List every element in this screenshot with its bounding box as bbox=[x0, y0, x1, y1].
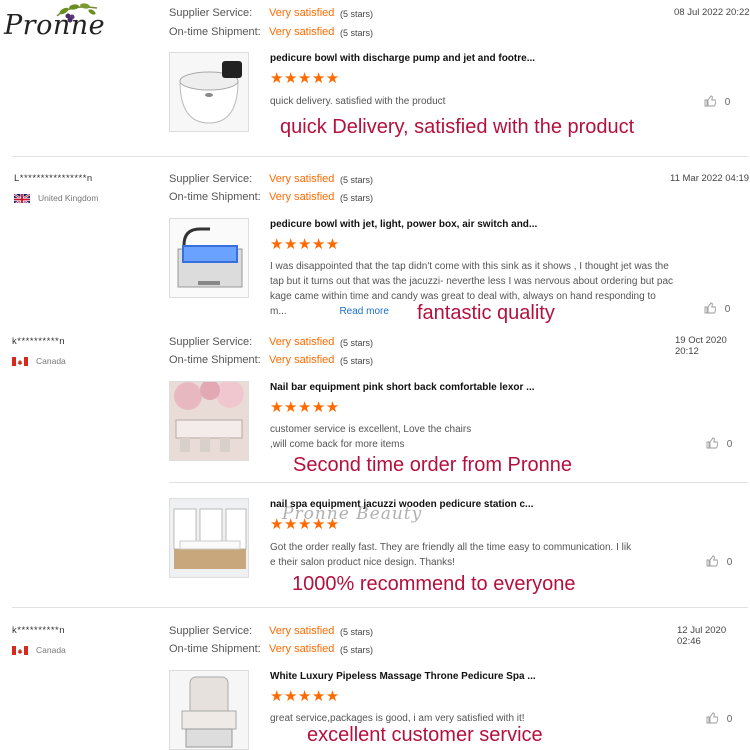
like-button[interactable]: 0 bbox=[706, 437, 732, 450]
supplier-service-label: Supplier Service: bbox=[169, 336, 253, 348]
rating-stars: ★★★★★ bbox=[270, 399, 340, 416]
canada-flag-icon bbox=[12, 355, 28, 366]
reviewer-country: United Kingdom bbox=[38, 193, 99, 203]
rating-stars: ★★★★★ bbox=[270, 236, 340, 253]
brand-logo: Pronne bbox=[2, 2, 106, 42]
reviewer-name: L****************n bbox=[14, 173, 93, 184]
product-title-link[interactable]: White Luxury Pipeless Massage Throne Ped… bbox=[270, 671, 536, 682]
supplier-service-value: Very satisfied bbox=[269, 625, 335, 637]
spa-station-image bbox=[170, 499, 248, 577]
ontime-shipment-stars: (5 stars) bbox=[340, 193, 374, 203]
nail-bar-image bbox=[170, 382, 248, 460]
product-thumbnail[interactable] bbox=[169, 218, 249, 298]
rating-stars: ★★★★★ bbox=[270, 688, 340, 705]
thumbs-up-icon bbox=[706, 437, 719, 449]
product-title-link[interactable]: pedicure bowl with discharge pump and je… bbox=[270, 53, 535, 64]
reviewer-name: k**********n bbox=[12, 336, 66, 347]
review-date: 11 Mar 2022 04:19 bbox=[670, 173, 750, 184]
ontime-shipment-label: On-time Shipment: bbox=[169, 643, 261, 655]
supplier-service-label: Supplier Service: bbox=[169, 7, 253, 19]
supplier-service-value: Very satisfied bbox=[269, 7, 335, 19]
ontime-shipment-value: Very satisfied bbox=[269, 26, 335, 38]
reviewer-country: Canada bbox=[36, 645, 66, 655]
ontime-shipment-value: Very satisfied bbox=[269, 643, 335, 655]
canada-flag-icon bbox=[12, 644, 28, 655]
product-title-link[interactable]: Nail bar equipment pink short back comfo… bbox=[270, 382, 535, 393]
thumbs-up-icon bbox=[706, 555, 719, 567]
logo-text: Pronne bbox=[4, 10, 106, 41]
supplier-service-stars: (5 stars) bbox=[340, 9, 374, 19]
supplier-service-stars: (5 stars) bbox=[340, 175, 374, 185]
review-comment-line: I was disappointed that the tap didn't c… bbox=[270, 261, 669, 272]
reviewer-name: k**********n bbox=[12, 625, 66, 636]
rating-stars: ★★★★★ bbox=[270, 70, 340, 87]
pedicure-bowl-image bbox=[170, 53, 248, 131]
ontime-shipment-stars: (5 stars) bbox=[340, 645, 374, 655]
supplier-service-value: Very satisfied bbox=[269, 173, 335, 185]
like-count: 0 bbox=[724, 304, 731, 315]
review-comment: customer service is excellent, Love the … bbox=[270, 422, 471, 452]
ontime-shipment-label: On-time Shipment: bbox=[169, 191, 261, 203]
product-thumbnail[interactable] bbox=[169, 52, 249, 132]
thumbs-up-icon bbox=[704, 95, 717, 107]
thumbs-up-icon bbox=[704, 302, 717, 314]
supplier-service-stars: (5 stars) bbox=[340, 627, 374, 637]
review-divider bbox=[12, 607, 748, 608]
review-date: 19 Oct 2020 20:12 bbox=[675, 335, 727, 357]
review-comment-line: Got the order really fast. They are frie… bbox=[270, 542, 632, 553]
product-thumbnail[interactable] bbox=[169, 381, 249, 461]
ontime-shipment-label: On-time Shipment: bbox=[169, 26, 261, 38]
item-divider bbox=[169, 482, 748, 483]
review-divider bbox=[12, 156, 748, 157]
like-count: 0 bbox=[726, 714, 733, 725]
supplier-service-stars: (5 stars) bbox=[340, 338, 374, 348]
review-comment: quick delivery. satisfied with the produ… bbox=[270, 96, 446, 107]
throne-chair-image bbox=[170, 671, 248, 749]
comment-truncated: m... bbox=[270, 306, 287, 317]
review-date: 08 Jul 2022 20:22 bbox=[674, 7, 750, 18]
annotation-note: Second time order from Pronne bbox=[293, 454, 573, 476]
like-button[interactable]: 0 bbox=[704, 95, 730, 108]
supplier-service-label: Supplier Service: bbox=[169, 625, 253, 637]
product-thumbnail[interactable] bbox=[169, 670, 249, 750]
product-title-link[interactable]: pedicure bowl with jet, light, power box… bbox=[270, 219, 537, 230]
like-count: 0 bbox=[726, 557, 733, 568]
uk-flag-icon bbox=[14, 192, 30, 203]
supplier-service-label: Supplier Service: bbox=[169, 173, 253, 185]
ontime-shipment-label: On-time Shipment: bbox=[169, 354, 261, 366]
thumbs-up-icon bbox=[706, 712, 719, 724]
read-more-link[interactable]: Read more bbox=[339, 306, 388, 317]
watermark-text: Pronne Beauty bbox=[282, 504, 423, 524]
like-button[interactable]: 0 bbox=[706, 712, 732, 725]
annotation-note: 1000% recommend to everyone bbox=[292, 573, 576, 595]
ontime-shipment-stars: (5 stars) bbox=[340, 28, 374, 38]
annotation-note: fantastic quality bbox=[417, 302, 555, 324]
review-comment-line: e their salon product nice design. Thank… bbox=[270, 557, 455, 568]
annotation-note: excellent customer service bbox=[307, 724, 543, 746]
review-date: 12 Jul 2020 02:46 bbox=[677, 625, 727, 647]
like-button[interactable]: 0 bbox=[706, 555, 732, 568]
review-comment-line: ,will come back for more items bbox=[270, 439, 405, 450]
like-button[interactable]: 0 bbox=[704, 302, 730, 315]
review-comment-line: customer service is excellent, Love the … bbox=[270, 424, 472, 435]
ontime-shipment-stars: (5 stars) bbox=[340, 356, 374, 366]
ontime-shipment-value: Very satisfied bbox=[269, 191, 335, 203]
supplier-service-value: Very satisfied bbox=[269, 336, 335, 348]
ontime-shipment-value: Very satisfied bbox=[269, 354, 335, 366]
product-thumbnail[interactable] bbox=[169, 498, 249, 578]
like-count: 0 bbox=[726, 439, 733, 450]
annotation-note: quick Delivery, satisfied with the produ… bbox=[280, 116, 635, 138]
jacuzzi-bowl-image bbox=[170, 219, 248, 297]
reviewer-country: Canada bbox=[36, 356, 66, 366]
review-comment: Got the order really fast. They are frie… bbox=[270, 540, 631, 570]
like-count: 0 bbox=[724, 97, 731, 108]
review-comment-line: tap but it turns out that was the jacuzz… bbox=[270, 276, 674, 287]
